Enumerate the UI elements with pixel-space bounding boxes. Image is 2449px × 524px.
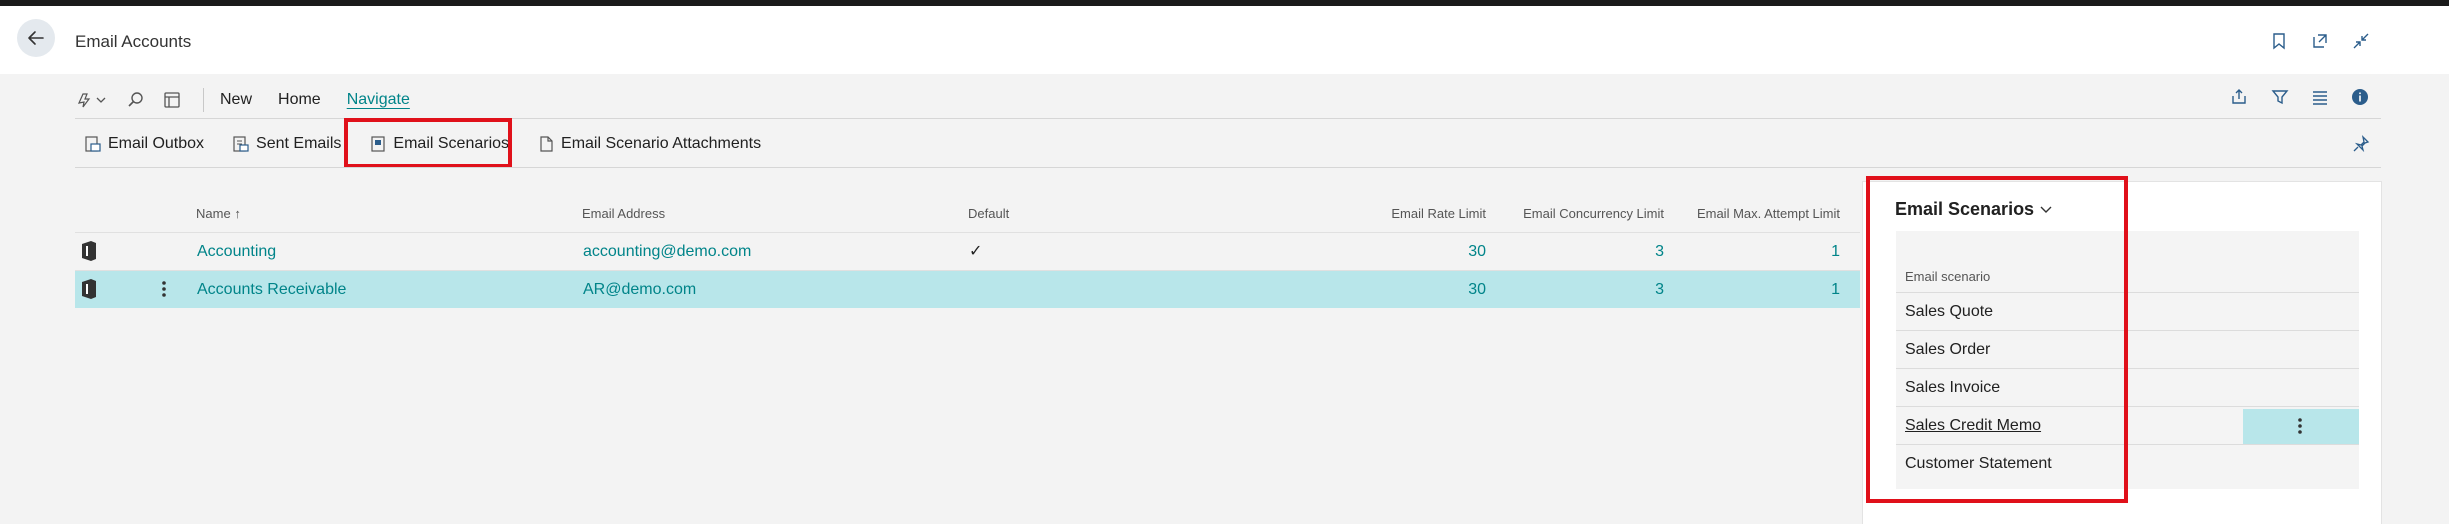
collapse-icon[interactable] <box>2350 30 2372 52</box>
action-bar: New Home Navigate <box>75 82 2381 118</box>
bookmark-icon[interactable] <box>2268 30 2290 52</box>
copilot-menu-button[interactable] <box>75 88 109 112</box>
page-title: Email Accounts <box>75 32 192 51</box>
sent-emails-icon <box>233 136 249 152</box>
account-name[interactable]: Accounts Receivable <box>197 271 346 308</box>
more-options-icon <box>2298 418 2302 434</box>
sent-emails-label: Sent Emails <box>256 135 342 152</box>
page-header <box>0 6 2449 74</box>
column-header-email-max-attempt-limit[interactable]: Email Max. Attempt Limit <box>1676 206 1840 221</box>
column-header-email-address[interactable]: Email Address <box>582 206 665 221</box>
edit-list-icon <box>164 92 180 108</box>
account-email: AR@demo.com <box>583 281 697 298</box>
list-view-icon[interactable] <box>2309 86 2331 108</box>
tab-navigate[interactable]: Navigate <box>347 91 410 109</box>
account-email: accounting@demo.com <box>583 243 752 260</box>
email-rate-limit: 30 <box>1468 281 1486 298</box>
default-checkmark: ✓ <box>969 243 983 260</box>
filter-icon[interactable] <box>2269 86 2291 108</box>
sort-ascending-icon: ↑ <box>234 206 241 221</box>
sent-emails-button[interactable]: Sent Emails <box>232 128 341 160</box>
email-scenarios-highlight <box>344 118 512 168</box>
tab-home[interactable]: Home <box>278 91 321 109</box>
row-menu-button[interactable] <box>2296 416 2304 441</box>
email-scenario-attachments-button[interactable]: Email Scenario Attachments <box>537 128 761 160</box>
column-header-default[interactable]: Default <box>968 206 1009 221</box>
search-icon <box>128 92 143 107</box>
share-icon[interactable] <box>2228 86 2250 108</box>
column-header-email-rate-limit[interactable]: Email Rate Limit <box>1330 206 1486 221</box>
email-scenarios-factbox-highlight <box>1866 176 2128 503</box>
column-header-name[interactable]: Name ↑ <box>196 206 241 221</box>
email-outbox-label: Email Outbox <box>108 135 205 152</box>
back-button[interactable] <box>17 19 55 57</box>
email-connector-icon <box>80 240 100 267</box>
row-menu-button[interactable] <box>160 279 168 304</box>
email-rate-limit: 30 <box>1468 243 1486 260</box>
search-button[interactable] <box>127 88 145 112</box>
copilot-icon <box>77 93 106 108</box>
email-concurrency-limit: 3 <box>1655 281 1664 298</box>
pin-icon[interactable] <box>2350 133 2372 155</box>
open-in-new-window-icon[interactable] <box>2309 30 2331 52</box>
email-max-attempt-limit: 1 <box>1831 243 1840 260</box>
email-max-attempt-limit: 1 <box>1831 281 1840 298</box>
outbox-icon <box>85 136 101 152</box>
email-connector-icon <box>80 278 100 305</box>
edit-list-button[interactable] <box>163 88 181 112</box>
navigate-divider <box>75 167 2381 168</box>
document-icon <box>540 136 553 152</box>
email-scenario-attachments-label: Email Scenario Attachments <box>561 135 762 152</box>
email-outbox-button[interactable]: Email Outbox <box>84 128 204 160</box>
more-options-icon <box>162 281 166 297</box>
info-icon[interactable] <box>2349 86 2371 108</box>
new-button[interactable]: New <box>220 91 252 109</box>
back-arrow-icon <box>28 31 44 45</box>
column-header-email-concurrency-limit[interactable]: Email Concurrency Limit <box>1500 206 1664 221</box>
email-concurrency-limit: 3 <box>1655 243 1664 260</box>
account-name[interactable]: Accounting <box>197 233 276 270</box>
action-bar-separator <box>203 88 204 112</box>
